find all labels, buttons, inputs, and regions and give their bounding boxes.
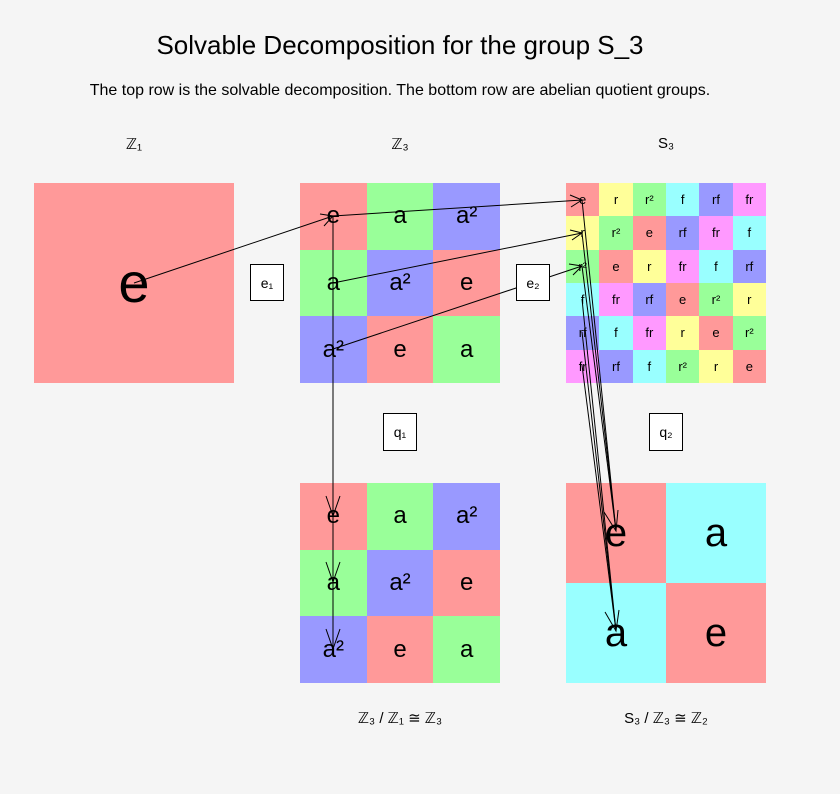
z3-label: ℤ₃ xyxy=(391,136,409,153)
cayley-cell: r xyxy=(699,349,733,383)
cayley-cell: r² xyxy=(732,316,766,350)
z1-label: ℤ₁ xyxy=(125,136,143,153)
cayley-cell: e xyxy=(34,183,234,383)
cayley-cell: r² xyxy=(665,349,700,383)
cayley-cell: a xyxy=(366,483,434,550)
cayley-cell: e xyxy=(300,183,367,250)
cayley-cell: a xyxy=(300,249,367,317)
cayley-cell: e xyxy=(666,583,766,683)
cayley-cell: a² xyxy=(366,549,434,617)
cayley-cell: f xyxy=(699,249,733,283)
cayley-cell: f xyxy=(599,316,633,350)
q1-cayley-table: e a a² a a² e a² e a xyxy=(300,483,500,683)
q1-map-box: q₁ xyxy=(383,413,417,451)
cayley-cell: e xyxy=(665,282,700,317)
q2-map-box: q₂ xyxy=(649,413,683,451)
cayley-cell: rf xyxy=(665,216,700,250)
cayley-cell: e xyxy=(366,316,434,383)
cayley-cell: r xyxy=(665,316,700,350)
e2-map-box: e₂ xyxy=(516,264,550,301)
cayley-cell: a² xyxy=(433,483,500,550)
cayley-cell: fr xyxy=(665,249,700,283)
s3-label: S₃ xyxy=(657,135,675,152)
cayley-cell: e xyxy=(433,249,500,317)
cayley-cell: fr xyxy=(599,282,633,317)
cayley-cell: a xyxy=(433,316,500,383)
cayley-cell: a² xyxy=(433,183,500,250)
cayley-cell: rf xyxy=(632,282,666,317)
cayley-cell: r xyxy=(599,183,633,217)
q1-quotient-label: ℤ₃ / ℤ₁ ≅ ℤ₃ xyxy=(357,710,443,727)
cayley-cell: rf xyxy=(699,183,733,217)
page-title: Solvable Decomposition for the group S_3 xyxy=(156,30,644,60)
cayley-cell: fr xyxy=(699,216,733,250)
s3-cayley-table: e r r² f rf fr r r² e rf fr f r² e r fr f rf f fr rf e r² r rf f f… xyxy=(566,183,766,383)
cayley-cell: a² xyxy=(366,249,434,317)
cayley-cell: e xyxy=(632,216,666,250)
e1-map-box: e₁ xyxy=(250,264,284,301)
cayley-cell: e xyxy=(599,249,633,283)
cayley-cell: fr xyxy=(566,349,600,383)
q2-quotient-label: S₃ / ℤ₃ ≅ ℤ₂ xyxy=(624,710,708,727)
cayley-cell: a xyxy=(566,583,666,683)
cayley-cell: a² xyxy=(300,316,367,383)
cayley-cell: fr xyxy=(732,183,766,217)
cayley-cell: rf xyxy=(599,349,633,383)
cayley-cell: e xyxy=(566,483,666,583)
cayley-cell: f xyxy=(632,349,666,383)
cayley-cell: e xyxy=(566,183,600,217)
cayley-cell: fr xyxy=(632,316,666,350)
cayley-cell: e xyxy=(699,316,733,350)
cayley-cell: a² xyxy=(300,616,367,683)
cayley-cell: rf xyxy=(566,316,600,350)
z3-cayley-table: e a a² a a² e a² e a xyxy=(300,183,500,383)
cayley-cell: a xyxy=(666,483,766,583)
cayley-cell: a xyxy=(300,549,367,617)
cayley-cell: e xyxy=(433,549,500,617)
cayley-cell: r² xyxy=(599,216,633,250)
cayley-cell: f xyxy=(566,282,600,317)
cayley-cell: e xyxy=(366,616,434,683)
cayley-cell: a xyxy=(433,616,500,683)
z1-cayley-table: e xyxy=(34,183,234,383)
q2-cayley-table: eaae xyxy=(566,483,766,683)
cayley-cell: rf xyxy=(732,249,766,283)
cayley-cell: a xyxy=(366,183,434,250)
cayley-cell: e xyxy=(300,483,367,550)
cayley-cell: f xyxy=(732,216,766,250)
cayley-cell: r² xyxy=(699,282,733,317)
cayley-cell: r² xyxy=(566,249,600,283)
cayley-cell: r xyxy=(732,282,766,317)
cayley-cell: f xyxy=(665,183,700,217)
cayley-cell: r xyxy=(632,249,666,283)
cayley-cell: r² xyxy=(632,183,666,217)
cayley-cell: r xyxy=(566,216,600,250)
page-subtitle: The top row is the solvable decompositio… xyxy=(89,82,711,99)
cayley-cell: e xyxy=(732,349,766,383)
